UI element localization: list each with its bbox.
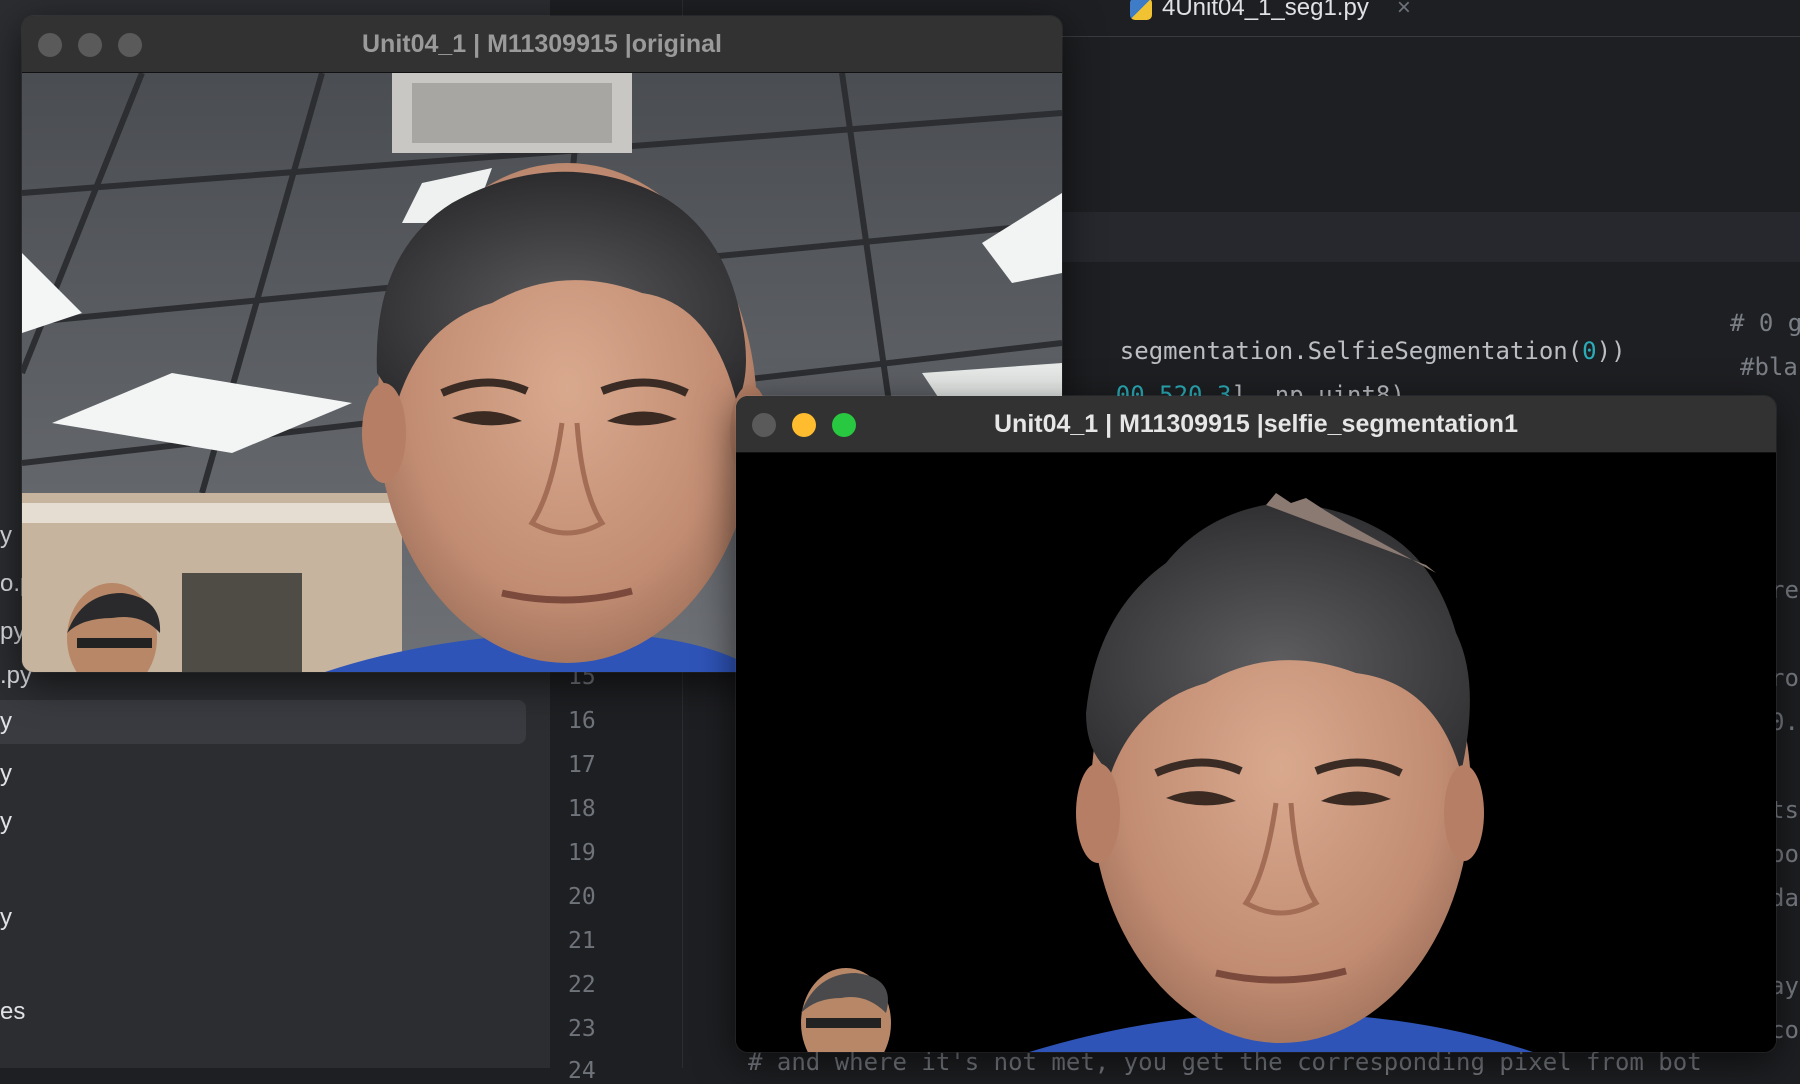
line-number: 24 xyxy=(568,1058,596,1084)
line-number: 17 xyxy=(568,752,596,778)
sidebar-file-item[interactable]: y xyxy=(0,800,526,844)
python-file-icon xyxy=(1130,0,1152,20)
line-number: 21 xyxy=(568,928,596,954)
editor-tab-label: 4Unit04_1_seg1.py xyxy=(1162,0,1369,21)
editor-tab-active[interactable]: 4Unit04_1_seg1.py × xyxy=(1130,0,1411,28)
sidebar-file-label: y xyxy=(0,760,12,787)
sidebar-file-item[interactable]: y xyxy=(0,752,526,796)
segmented-person-photo xyxy=(736,453,1776,1052)
line-number: 19 xyxy=(568,840,596,866)
sidebar-file-label: y xyxy=(0,708,12,735)
window-titlebar[interactable]: Unit04_1 | M11309915 |original xyxy=(22,16,1062,73)
sidebar-file-label: y xyxy=(0,904,12,931)
sidebar-file-item[interactable]: es xyxy=(0,990,526,1034)
code-number: 0 xyxy=(1582,337,1597,365)
sidebar-file-label: y xyxy=(0,808,12,835)
sidebar-file-label: y xyxy=(0,522,12,549)
window-title: Unit04_1 | M11309915 |selfie_segmentatio… xyxy=(994,410,1518,438)
line-number: 23 xyxy=(568,1016,596,1042)
segmented-frame-image xyxy=(736,453,1776,1052)
line-number: 22 xyxy=(568,972,596,998)
code-comment: # and where it's not met, you get the co… xyxy=(748,1048,1702,1076)
window-title: Unit04_1 | M11309915 |original xyxy=(362,30,722,58)
line-number: 18 xyxy=(568,796,596,822)
window-titlebar[interactable]: Unit04_1 | M11309915 |selfie_segmentatio… xyxy=(736,396,1776,453)
current-line-highlight xyxy=(1060,212,1800,262)
sidebar-file-item-selected[interactable]: y xyxy=(0,700,526,744)
code-text: )) xyxy=(1596,337,1626,365)
sidebar-file-label: es xyxy=(0,998,26,1025)
sidebar-file-item[interactable]: y xyxy=(0,896,526,940)
segmentation-window[interactable]: Unit04_1 | M11309915 |selfie_segmentatio… xyxy=(736,396,1776,1052)
line-number: 20 xyxy=(568,884,596,910)
code-comment: # 0 g xyxy=(1730,309,1800,337)
code-comment: #bla xyxy=(1740,353,1798,381)
line-number: 16 xyxy=(568,708,596,734)
close-icon[interactable]: × xyxy=(1397,0,1411,21)
